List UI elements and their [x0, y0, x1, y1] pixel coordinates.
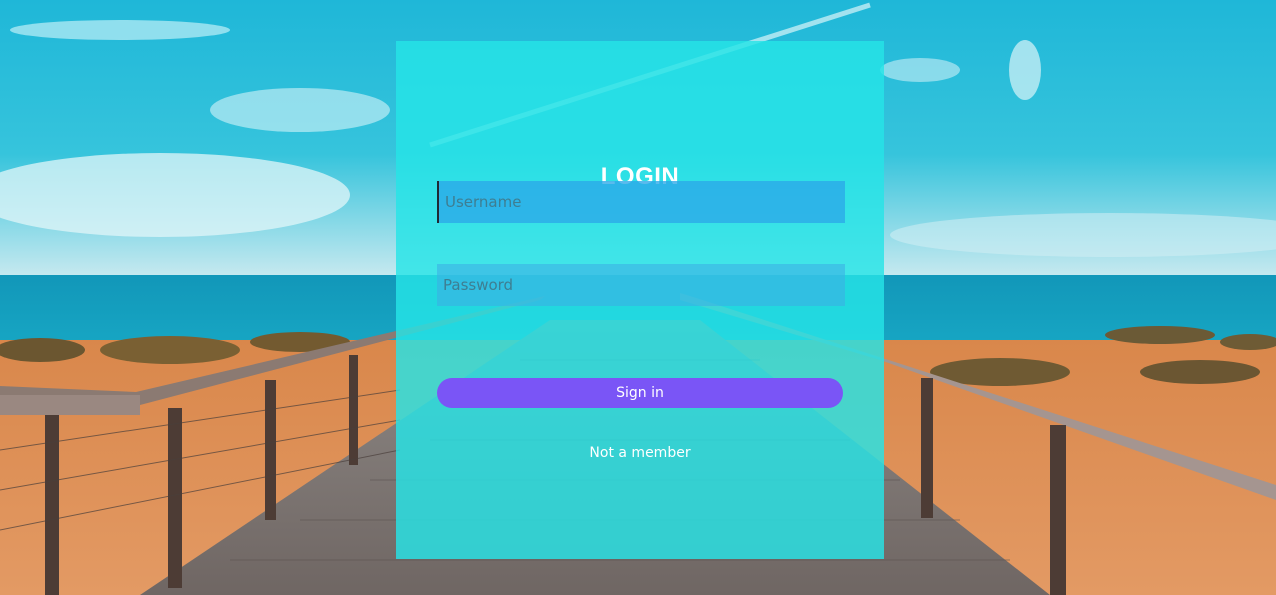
password-input[interactable]: [437, 264, 845, 306]
login-card: LOGIN Sign in Not a member: [396, 41, 884, 559]
not-a-member-link[interactable]: Not a member: [396, 445, 884, 461]
sign-in-button[interactable]: Sign in: [437, 378, 843, 408]
username-input[interactable]: [437, 181, 845, 223]
